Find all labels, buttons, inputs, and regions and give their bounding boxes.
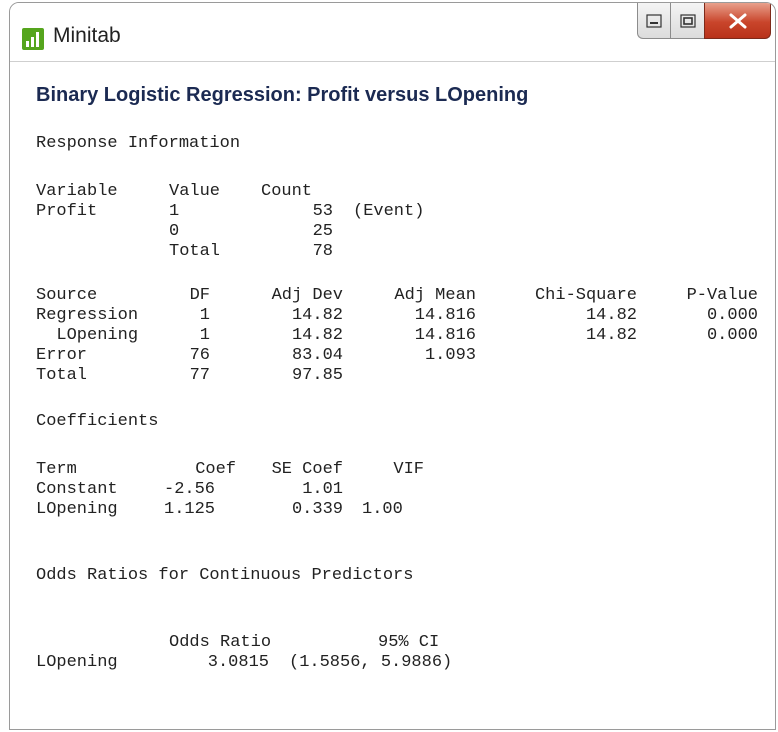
column-header: Adj Dev	[271, 286, 343, 305]
table-cell: 3.0815	[207, 653, 269, 672]
table-cell: 78	[312, 242, 333, 261]
close-icon	[729, 13, 746, 28]
table-cell: 1	[199, 326, 210, 345]
title-bar: Minitab	[10, 3, 775, 61]
column-header: Odds Ratio	[169, 633, 272, 652]
table-cell: 97.85	[291, 366, 343, 385]
table-cell: 1	[199, 306, 210, 325]
table-row: Total 78	[36, 242, 775, 262]
odds-ratios-title: Odds Ratios for Continuous Predictors	[36, 566, 414, 585]
minimize-button[interactable]	[637, 3, 670, 39]
column-header: Variable	[36, 182, 118, 201]
table-cell: 14.816	[414, 306, 476, 325]
table-cell: 1	[169, 202, 180, 221]
column-header: Count	[261, 182, 313, 201]
table-row: Constant -2.56 1.01	[36, 480, 775, 500]
table-cell: 1.00	[362, 500, 403, 519]
column-header: Term	[36, 460, 77, 479]
table-cell: 14.82	[291, 306, 343, 325]
table-row: LOpening 1.125 0.339 1.00	[36, 500, 775, 520]
table-cell: Profit	[36, 202, 98, 221]
table-cell: Error	[36, 346, 88, 365]
table-cell: 1.01	[302, 480, 343, 499]
table-row: LOpening 3.0815 (1.5856, 5.9886)	[36, 653, 775, 673]
table-row: Profit 1 53 (Event)	[36, 202, 775, 222]
window-controls	[637, 3, 771, 41]
column-header: Chi-Square	[534, 286, 637, 305]
minitab-window: Minitab Binary Logistic Regression: Prof…	[9, 2, 776, 730]
table-row: Total 77 97.85	[36, 366, 775, 386]
table-cell: 83.04	[291, 346, 343, 365]
table-cell: 0	[169, 222, 180, 241]
table-cell: 14.82	[585, 306, 637, 325]
table-row: Regression 1 14.82 14.816 14.82 0.000	[36, 306, 775, 326]
column-header: 95% CI	[378, 633, 440, 652]
table-cell: 14.82	[585, 326, 637, 345]
table-cell: 1.093	[424, 346, 476, 365]
column-header: Source	[36, 286, 98, 305]
table-cell: 53	[312, 202, 333, 221]
odds-ratios-header: Odds Ratio 95% CI	[36, 633, 775, 653]
column-header: VIF	[393, 460, 424, 479]
table-cell: 0.000	[706, 326, 758, 345]
table-cell: (Event)	[353, 202, 425, 221]
coefficients-title: Coefficients	[36, 412, 159, 431]
window-title: Minitab	[53, 24, 121, 47]
table-cell: 0.000	[706, 306, 758, 325]
table-cell: -2.56	[164, 480, 216, 499]
column-header: Coef	[195, 460, 236, 479]
column-header: DF	[189, 286, 210, 305]
close-button[interactable]	[704, 3, 771, 39]
table-cell: Total	[169, 242, 221, 261]
output-heading: Binary Logistic Regression: Profit versu…	[36, 84, 529, 106]
table-cell: 76	[189, 346, 210, 365]
table-cell: Constant	[36, 480, 118, 499]
table-cell: 14.82	[291, 326, 343, 345]
maximize-icon	[679, 13, 696, 28]
table-cell: 1.125	[164, 500, 216, 519]
minitab-logo-icon	[22, 28, 44, 50]
column-header: Adj Mean	[394, 286, 476, 305]
table-cell: 25	[312, 222, 333, 241]
column-header: P-Value	[686, 286, 758, 305]
response-info-header: Variable Value Count	[36, 182, 775, 202]
table-cell: 14.816	[414, 326, 476, 345]
table-cell: 0.339	[291, 500, 343, 519]
table-row: LOpening 1 14.82 14.816 14.82 0.000	[36, 326, 775, 346]
table-row: 0 25	[36, 222, 775, 242]
table-cell: (1.5856, 5.9886)	[289, 653, 453, 672]
table-cell: 77	[189, 366, 210, 385]
minimize-icon	[646, 13, 662, 28]
table-cell: LOpening	[36, 653, 118, 672]
deviance-table-header: Source DF Adj Dev Adj Mean Chi-Square P-…	[36, 286, 775, 306]
response-info-title: Response Information	[36, 134, 241, 153]
column-header: Value	[169, 182, 221, 201]
coefficients-header: Term Coef SE Coef VIF	[36, 460, 775, 480]
column-header: SE Coef	[271, 460, 343, 479]
maximize-button[interactable]	[670, 3, 704, 39]
table-row: Error 76 83.04 1.093	[36, 346, 775, 366]
table-cell: LOpening	[36, 326, 139, 345]
table-cell: Total	[36, 366, 88, 385]
table-cell: Regression	[36, 306, 139, 325]
table-cell: LOpening	[36, 500, 118, 519]
session-output: Binary Logistic Regression: Profit versu…	[10, 61, 775, 729]
